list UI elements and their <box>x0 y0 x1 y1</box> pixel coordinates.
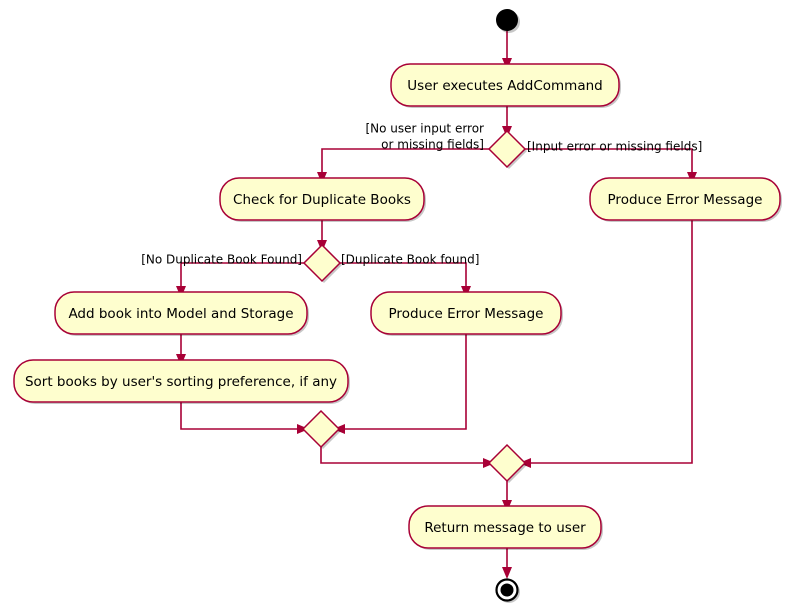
guard-duplicate-book-found: [Duplicate Book found] <box>341 253 479 267</box>
flow-merge-inner-to-merge-outer <box>320 447 489 464</box>
flow-decision-duplicate-to-produce-error-duplicate <box>340 262 467 292</box>
activity-user-executes-addcommand-label: User executes AddCommand <box>407 78 602 94</box>
activity-produce-error-message-input-label: Produce Error Message <box>608 192 763 208</box>
guard-no-input-error-line1: [No user input error <box>365 122 484 136</box>
guard-input-error: [Input error or missing fields] <box>527 140 702 154</box>
flow-decision-to-check-duplicate <box>321 148 489 178</box>
decision-node-input-error[interactable] <box>487 129 527 169</box>
activity-return-message-to-user-label: Return message to user <box>424 520 586 536</box>
flow-produce-error-input-to-merge-outer <box>525 220 693 464</box>
activity-produce-error-message-duplicate-label: Produce Error Message <box>389 306 544 322</box>
flow-produce-error-duplicate-to-merge-inner <box>339 334 467 430</box>
end-node <box>500 583 514 597</box>
decision-node-duplicate-book[interactable] <box>302 243 342 283</box>
guard-no-input-error-line2: or missing fields] <box>381 138 484 152</box>
activity-sort-books-by-preference-label: Sort books by user's sorting preference,… <box>25 374 337 390</box>
start-node <box>496 9 518 31</box>
uml-activity-diagram: User executes AddCommand [No user input … <box>13 9 782 603</box>
merge-node-inner[interactable] <box>301 409 341 449</box>
activity-check-for-duplicate-books-label: Check for Duplicate Books <box>233 192 411 208</box>
activity-diagram-canvas: User executes AddCommand [No user input … <box>0 0 797 615</box>
flow-decision-duplicate-to-add-book <box>180 262 304 292</box>
merge-node-outer[interactable] <box>487 443 527 483</box>
arrowhead-to-end-node <box>502 567 512 579</box>
guard-no-duplicate-book-found: [No Duplicate Book Found] <box>141 253 302 267</box>
flow-sort-books-to-merge-inner <box>180 402 303 430</box>
activity-add-book-into-model-and-storage-label: Add book into Model and Storage <box>68 306 293 322</box>
